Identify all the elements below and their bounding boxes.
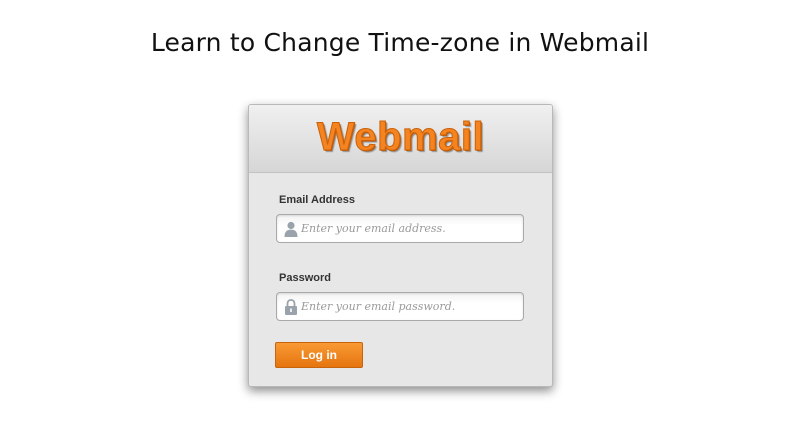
login-button[interactable]: Log in: [275, 342, 363, 368]
card-header: Webmail: [249, 105, 552, 173]
webmail-logo: Webmail: [316, 115, 485, 160]
lock-icon: [284, 299, 298, 315]
password-label: Password: [279, 272, 331, 284]
login-card: Webmail Email Address Password Log in: [248, 104, 553, 387]
email-label: Email Address: [279, 194, 356, 206]
user-icon: [284, 221, 298, 237]
email-field[interactable]: [276, 214, 524, 243]
password-input[interactable]: [301, 293, 519, 320]
page-title: Learn to Change Time-zone in Webmail: [150, 28, 650, 57]
email-input[interactable]: [301, 215, 519, 242]
password-field[interactable]: [276, 292, 524, 321]
